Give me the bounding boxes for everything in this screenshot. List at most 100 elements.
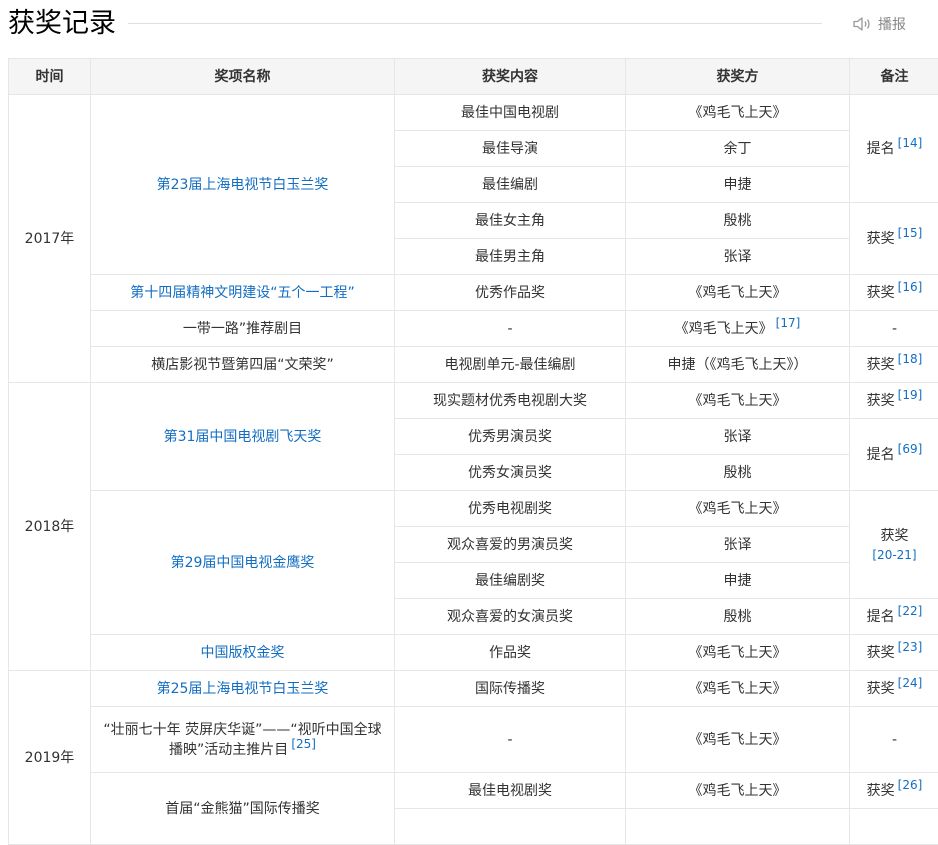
content-cell: 最佳导演 [395,131,626,167]
note-text: 获奖 [881,528,909,544]
table-header-row: 时间 奖项名称 获奖内容 获奖方 备注 [9,59,938,95]
content-cell: 最佳中国电视剧 [395,95,626,131]
year-cell: 2019年 [9,671,91,845]
award-name-cell: 第十四届精神文明建设“五个一工程” [91,275,395,311]
table-row: 首届“金熊猫”国际传播奖 最佳电视剧奖 《鸡毛飞上天》 获奖[26] [9,773,938,809]
note-text: 提名 [867,609,895,625]
note-cell: - [850,311,938,347]
note-text: 提名 [867,447,895,463]
award-link[interactable]: 中国版权金奖 [201,645,285,661]
content-cell: 最佳男主角 [395,239,626,275]
winner-cell: 《鸡毛飞上天》 [626,707,850,773]
content-cell [395,809,626,845]
reference-link[interactable]: [22] [898,604,923,618]
section-title: 获奖记录 [8,4,116,44]
content-cell: 优秀作品奖 [395,275,626,311]
content-cell: 电视剧单元-最佳编剧 [395,347,626,383]
reference-link[interactable]: [19] [898,388,923,402]
winner-cell: 《鸡毛飞上天》 [626,671,850,707]
note-cell [850,809,938,845]
winner-cell: 《鸡毛飞上天》 [626,773,850,809]
award-name-cell: 首届“金熊猫”国际传播奖 [91,773,395,845]
winner-cell: 《鸡毛飞上天》[17] [626,311,850,347]
winner-cell: 殷桃 [626,203,850,239]
reference-link[interactable]: [20-21] [856,546,933,564]
table-row: 中国版权金奖 作品奖 《鸡毛飞上天》 获奖[23] [9,635,938,671]
note-cell: 获奖[18] [850,347,938,383]
note-cell: 提名[69] [850,419,938,491]
table-row: 横店影视节暨第四届“文荣奖” 电视剧单元-最佳编剧 申捷（《鸡毛飞上天》） 获奖… [9,347,938,383]
content-cell: - [395,311,626,347]
winner-cell: 申捷 [626,167,850,203]
header-notes: 备注 [850,59,938,95]
content-cell: 优秀男演员奖 [395,419,626,455]
content-cell: 观众喜爱的女演员奖 [395,599,626,635]
reference-link[interactable]: [25] [291,737,316,751]
year-cell: 2017年 [9,95,91,383]
listen-label: 播报 [878,14,906,34]
header-award-name: 奖项名称 [91,59,395,95]
award-link[interactable]: 第29届中国电视金鹰奖 [171,555,315,571]
award-name-cell: 第23届上海电视节白玉兰奖 [91,95,395,275]
winner-cell: 《鸡毛飞上天》 [626,635,850,671]
awards-table: 时间 奖项名称 获奖内容 获奖方 备注 2017年 第23届上海电视节白玉兰奖 … [8,58,938,845]
content-cell: 最佳编剧奖 [395,563,626,599]
listen-button[interactable]: 播报 [852,13,906,35]
award-name-cell: 一带一路”推荐剧目 [91,311,395,347]
reference-link[interactable]: [17] [776,316,801,330]
header-time: 时间 [9,59,91,95]
content-cell: 优秀电视剧奖 [395,491,626,527]
header-award-content: 获奖内容 [395,59,626,95]
reference-link[interactable]: [15] [898,226,923,240]
table-row: 第29届中国电视金鹰奖 优秀电视剧奖 《鸡毛飞上天》 获奖[20-21] [9,491,938,527]
award-link[interactable]: 第23届上海电视节白玉兰奖 [157,177,329,193]
table-row: “壮丽七十年 荧屏庆华诞”——“视听中国全球播映”活动主推片目[25] - 《鸡… [9,707,938,773]
winner-text: 《鸡毛飞上天》 [675,321,773,337]
note-cell: 获奖 [20-21] [850,491,938,599]
award-name-cell: 第29届中国电视金鹰奖 [91,491,395,635]
table-row: 一带一路”推荐剧目 - 《鸡毛飞上天》[17] - [9,311,938,347]
reference-link[interactable]: [24] [898,676,923,690]
award-text: “壮丽七十年 荧屏庆华诞”——“视听中国全球播映”活动主推片目 [103,722,381,758]
winner-cell [626,809,850,845]
note-cell: 获奖[24] [850,671,938,707]
winner-cell: 余丁 [626,131,850,167]
content-cell: 最佳女主角 [395,203,626,239]
award-name-cell: 第31届中国电视剧飞天奖 [91,383,395,491]
award-name-cell: 横店影视节暨第四届“文荣奖” [91,347,395,383]
winner-cell: 殷桃 [626,455,850,491]
content-cell: 最佳电视剧奖 [395,773,626,809]
reference-link[interactable]: [69] [898,442,923,456]
heading-divider [128,23,822,24]
reference-link[interactable]: [18] [898,352,923,366]
reference-link[interactable]: [16] [898,280,923,294]
content-cell: 优秀女演员奖 [395,455,626,491]
note-cell: 获奖[16] [850,275,938,311]
reference-link[interactable]: [23] [898,640,923,654]
winner-cell: 殷桃 [626,599,850,635]
content-cell: 国际传播奖 [395,671,626,707]
winner-cell: 张译 [626,527,850,563]
award-name-cell: 第25届上海电视节白玉兰奖 [91,671,395,707]
award-link[interactable]: 第25届上海电视节白玉兰奖 [157,681,329,697]
winner-cell: 张译 [626,419,850,455]
note-cell: 获奖[26] [850,773,938,809]
section-heading: 获奖记录 播报 [0,0,938,58]
note-cell: 提名[22] [850,599,938,635]
note-cell: 获奖[15] [850,203,938,275]
reference-link[interactable]: [14] [898,136,923,150]
note-cell: 获奖[19] [850,383,938,419]
winner-cell: 《鸡毛飞上天》 [626,383,850,419]
award-link[interactable]: 第31届中国电视剧飞天奖 [164,429,322,445]
note-cell: - [850,707,938,773]
note-text: 获奖 [867,783,895,799]
note-cell: 提名[14] [850,95,938,203]
winner-cell: 《鸡毛飞上天》 [626,491,850,527]
note-text: 获奖 [867,357,895,373]
reference-link[interactable]: [26] [898,778,923,792]
award-link[interactable]: 第十四届精神文明建设“五个一工程” [130,285,355,301]
winner-cell: 申捷 [626,563,850,599]
content-cell: 现实题材优秀电视剧大奖 [395,383,626,419]
note-text: 获奖 [867,645,895,661]
award-name-cell: “壮丽七十年 荧屏庆华诞”——“视听中国全球播映”活动主推片目[25] [91,707,395,773]
